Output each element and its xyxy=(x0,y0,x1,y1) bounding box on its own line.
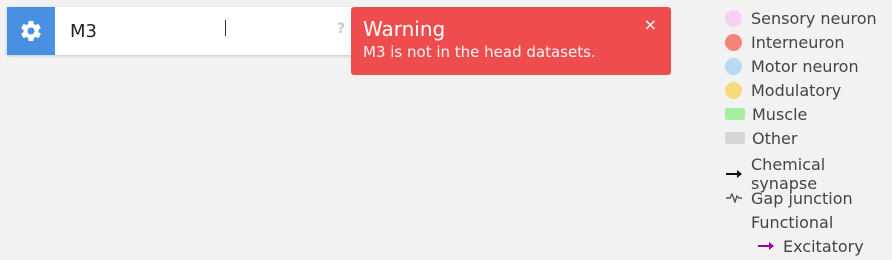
legend-item-other: Other xyxy=(725,126,892,150)
warning-toast: Warning M3 is not in the head datasets. … xyxy=(351,7,671,75)
legend-label: Chemical synapse xyxy=(751,155,826,193)
toast-title: Warning xyxy=(363,17,446,41)
legend-label: Functional xyxy=(751,212,834,232)
modulatory-swatch xyxy=(725,81,742,99)
help-icon[interactable]: ? xyxy=(337,21,345,37)
legend-item-interneuron: Interneuron xyxy=(725,30,892,54)
legend-item-excitatory: Excitatory xyxy=(725,234,892,258)
sensory-neuron-swatch xyxy=(725,9,742,27)
legend-item-modulatory: Modulatory xyxy=(725,78,892,102)
legend-label: Sensory neuron xyxy=(751,8,877,28)
app-root: ? Warning M3 is not in the head datasets… xyxy=(0,0,892,260)
zigzag-icon xyxy=(725,193,745,203)
search-bar xyxy=(7,7,359,55)
other-swatch xyxy=(725,132,745,144)
text-cursor xyxy=(225,20,226,36)
arrow-right-icon xyxy=(725,169,745,179)
legend-label: Excitatory xyxy=(783,236,864,256)
gear-icon xyxy=(21,21,41,42)
legend-item-muscle: Muscle xyxy=(725,102,892,126)
interneuron-swatch xyxy=(725,33,742,51)
legend-label: Muscle xyxy=(752,104,808,124)
legend-item-functional: Functional xyxy=(725,210,892,234)
muscle-swatch xyxy=(725,108,745,120)
legend: Sensory neuron Interneuron Motor neuron … xyxy=(725,6,892,258)
motor-neuron-swatch xyxy=(725,57,742,75)
legend-label: Motor neuron xyxy=(751,56,859,76)
legend-item-motor: Motor neuron xyxy=(725,54,892,78)
legend-label: Other xyxy=(752,128,798,148)
legend-label: Gap junction xyxy=(751,188,853,208)
legend-item-chemical-synapse: Chemical synapse xyxy=(725,155,892,193)
legend-label: Modulatory xyxy=(751,80,842,100)
legend-item-sensory: Sensory neuron xyxy=(725,6,892,30)
legend-label: Interneuron xyxy=(751,32,845,52)
settings-button[interactable] xyxy=(7,7,55,55)
search-input[interactable] xyxy=(55,7,359,55)
close-icon[interactable]: × xyxy=(644,17,657,33)
toast-message: M3 is not in the head datasets. xyxy=(363,43,596,61)
arrow-right-icon xyxy=(757,241,777,251)
